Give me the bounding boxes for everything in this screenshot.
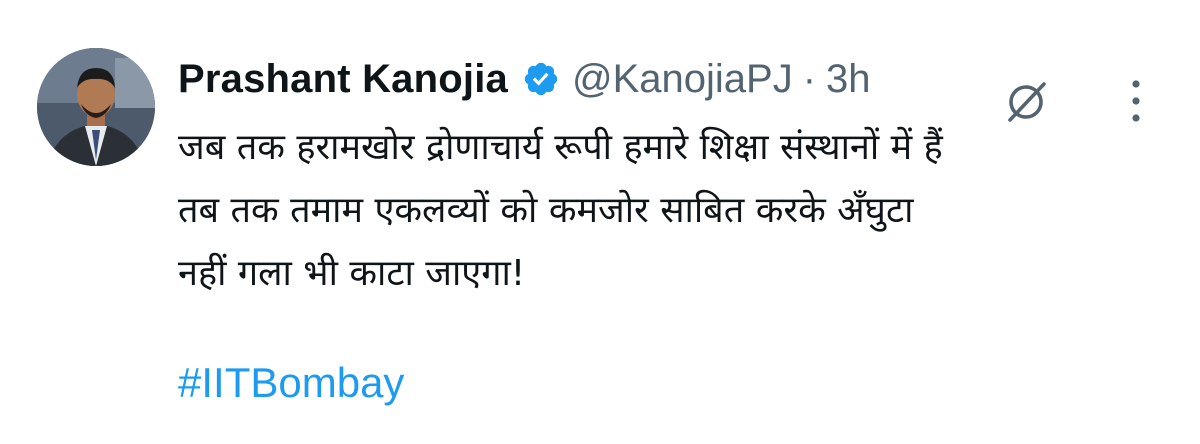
avatar[interactable]	[37, 48, 155, 166]
author-handle[interactable]: @KanojiaPJ	[572, 57, 793, 102]
more-options-icon[interactable]	[1126, 76, 1146, 126]
tweet-text-line: जब तक हरामखोर द्रोणाचार्य रूपी हमारे शिक…	[178, 127, 943, 168]
separator-dot: ·	[802, 56, 817, 101]
tweet-text: जब तक हरामखोर द्रोणाचार्य रूपी हमारे शिक…	[178, 116, 1168, 305]
hashtag-link[interactable]: #IITBombay	[178, 359, 404, 407]
tweet-text-line: तब तक तमाम एकलव्यों को कमजोर साबित करके …	[178, 190, 914, 231]
author-name[interactable]: Prashant Kanojia	[178, 57, 508, 102]
verified-badge-icon[interactable]	[522, 60, 560, 98]
timestamp[interactable]: 3h	[826, 57, 871, 102]
tweet-text-line: नहीं गला भी काटा जाएगा!	[178, 253, 526, 294]
avatar-photo	[37, 48, 155, 166]
grok-icon[interactable]	[1004, 78, 1050, 124]
tweet-card: Prashant Kanojia @KanojiaPJ · 3h जब तक ह…	[0, 0, 1200, 444]
